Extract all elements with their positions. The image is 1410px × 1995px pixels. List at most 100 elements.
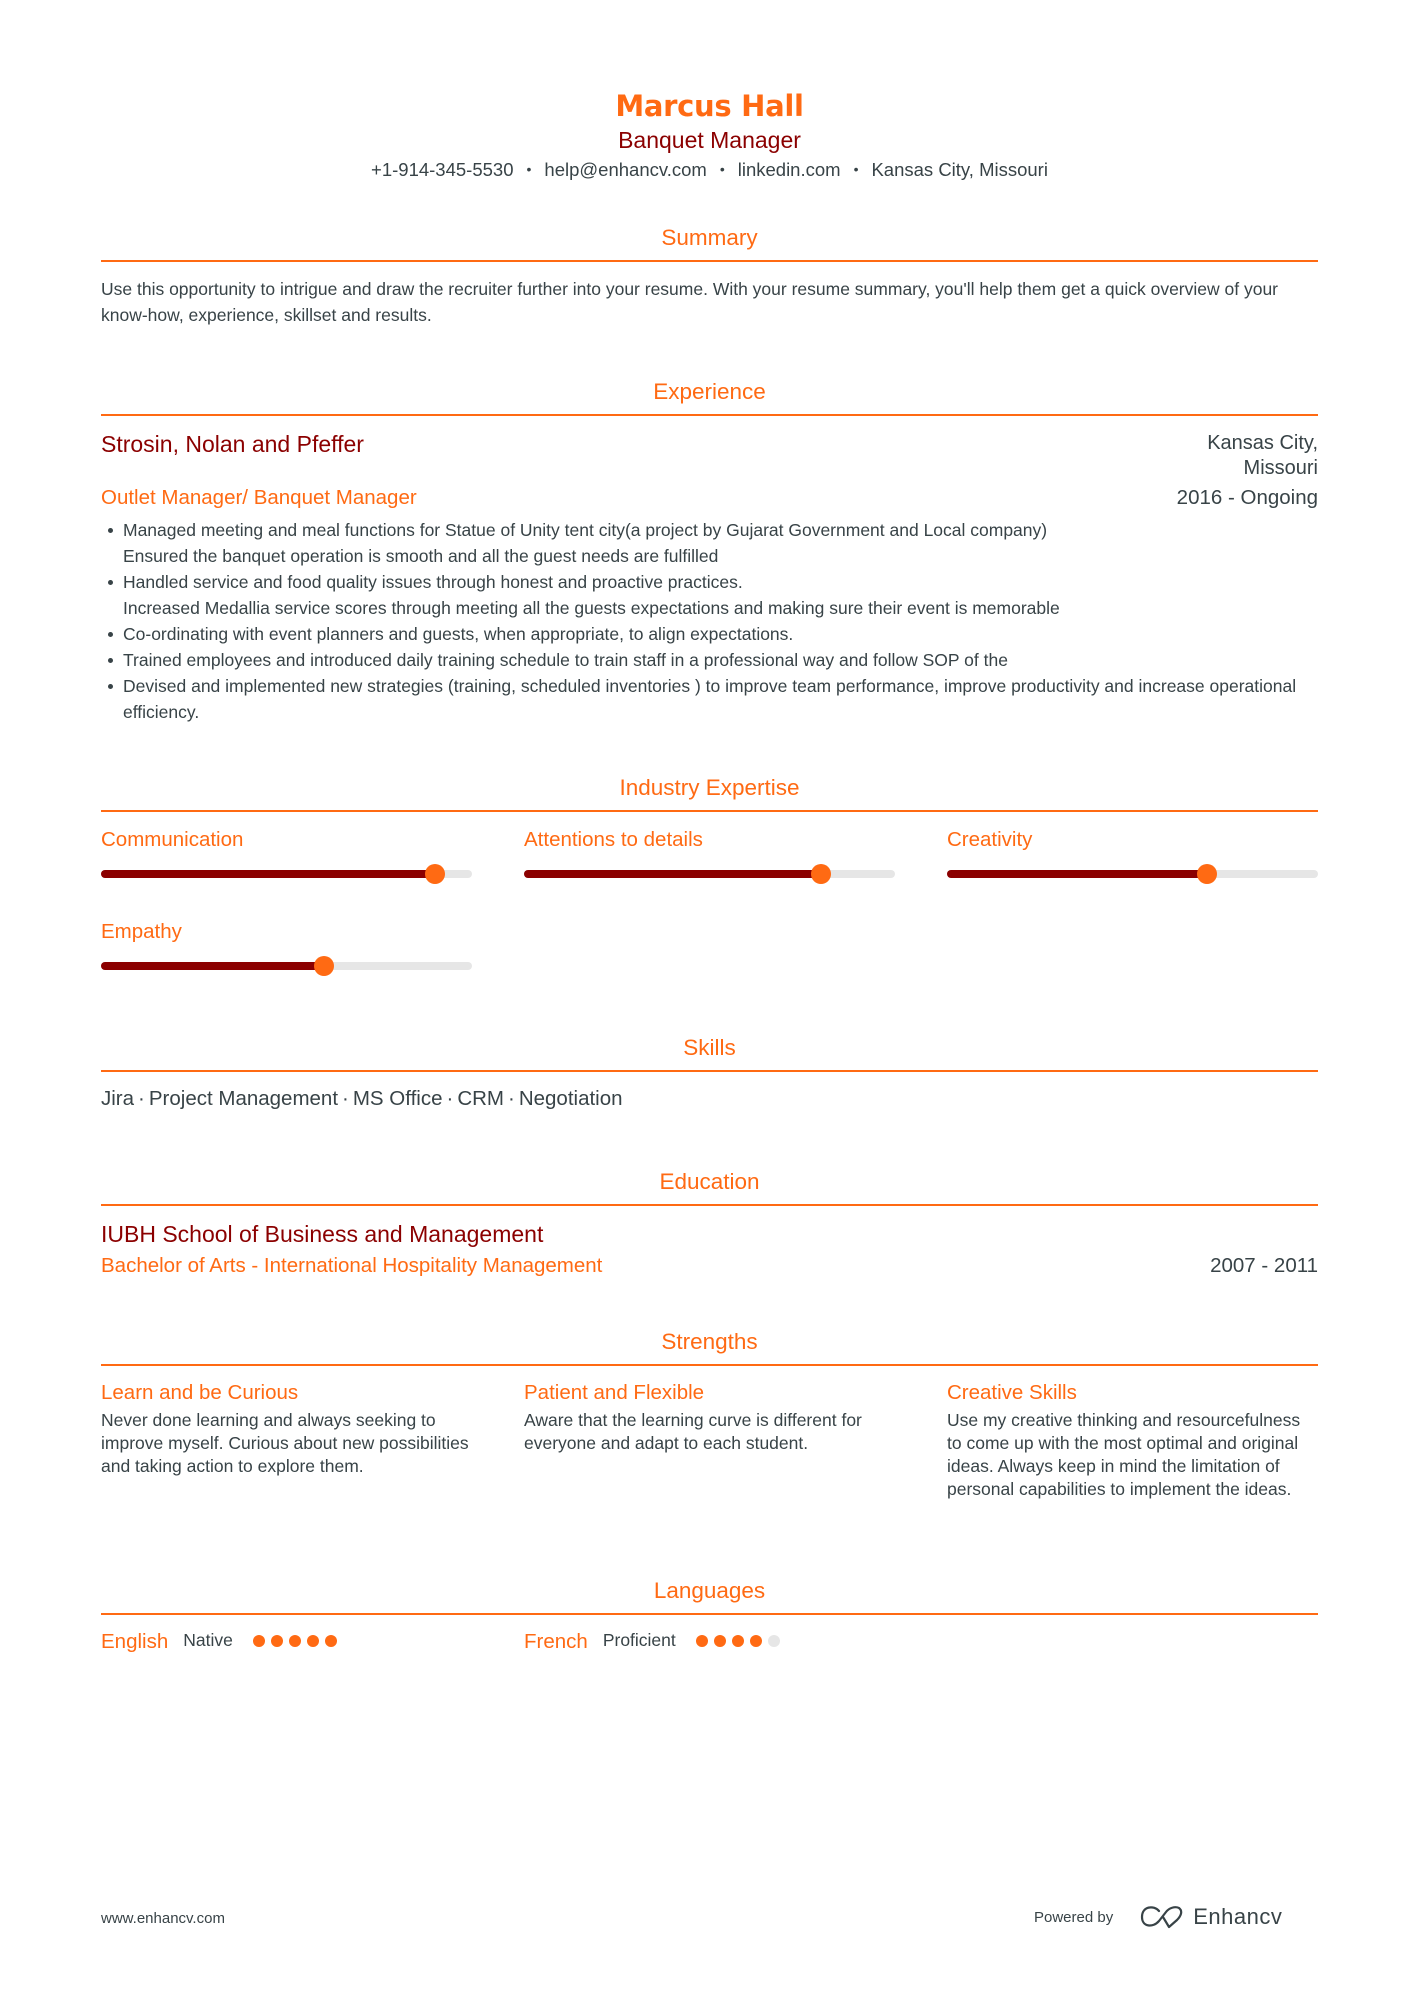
experience-location: Kansas City, Missouri xyxy=(1158,431,1318,481)
section-divider xyxy=(101,1070,1318,1072)
rating-dot-filled xyxy=(731,1635,744,1647)
skill-separator: · xyxy=(138,1087,145,1110)
strength-item: Patient and Flexible Aware that the lear… xyxy=(524,1379,894,1455)
section-title-summary: Summary xyxy=(661,225,758,250)
separator-dot: • xyxy=(526,161,532,177)
expertise-fill xyxy=(101,870,435,878)
section-divider xyxy=(101,260,1318,262)
language-level: Proficient xyxy=(602,1629,676,1650)
education-school: IUBH School of Business and Management xyxy=(101,1221,544,1247)
section-divider xyxy=(101,1204,1318,1206)
expertise-label: Empathy xyxy=(101,920,182,943)
rating-dot-filled xyxy=(288,1635,301,1647)
experience-location-line: Missouri xyxy=(1243,457,1318,479)
expertise-fill xyxy=(947,870,1207,878)
candidate-name: Marcus Hall xyxy=(615,89,804,123)
separator-dot: • xyxy=(853,161,859,177)
experience-bullet: Trained employees and introduced daily t… xyxy=(101,647,1318,673)
language-rating xyxy=(252,1635,343,1647)
expertise-label: Creativity xyxy=(947,828,1033,851)
expertise-item: Communication xyxy=(101,826,472,884)
strength-item: Learn and be Curious Never done learning… xyxy=(101,1379,471,1478)
strength-title: Learn and be Curious xyxy=(101,1381,299,1404)
rating-dot-filled xyxy=(713,1635,726,1647)
expertise-label: Attentions to details xyxy=(524,828,703,851)
section-title-skills: Skills xyxy=(683,1035,736,1060)
bullet-icon xyxy=(108,632,113,637)
bullet-continuation: Ensured the banquet operation is smooth … xyxy=(123,546,719,566)
language-rating xyxy=(695,1635,786,1647)
rating-dot-filled xyxy=(252,1635,265,1647)
section-title-languages: Languages xyxy=(653,1578,766,1603)
rating-dot-filled xyxy=(270,1635,283,1647)
language-name: French xyxy=(524,1630,588,1653)
experience-bullet: Handled service and food quality issues … xyxy=(101,569,1318,621)
strength-title: Creative Skills xyxy=(947,1381,1077,1404)
rating-dot-filled xyxy=(749,1635,762,1647)
skill-separator: · xyxy=(342,1087,349,1110)
section-title-experience: Experience xyxy=(653,379,766,404)
experience-bullets: Managed meeting and meal functions for S… xyxy=(101,517,1318,725)
strength-title: Patient and Flexible xyxy=(524,1381,705,1404)
bullet-icon xyxy=(108,684,113,689)
education-dates: 2007 - 2011 xyxy=(1210,1254,1318,1277)
bullet-icon xyxy=(108,528,113,533)
section-title-strengths: Strengths xyxy=(661,1329,758,1354)
candidate-title: Banquet Manager xyxy=(618,127,801,153)
separator-dot: • xyxy=(719,161,725,177)
bullet-icon xyxy=(108,658,113,663)
section-title-expertise: Industry Expertise xyxy=(619,775,800,800)
rating-dot-filled xyxy=(306,1635,319,1647)
section-title-education: Education xyxy=(659,1169,760,1194)
language-item: French Proficient xyxy=(524,1628,786,1656)
bullet-continuation: Increased Medallia service scores throug… xyxy=(123,598,1060,618)
skill-item: CRM xyxy=(457,1087,504,1110)
expertise-label: Communication xyxy=(101,828,244,851)
skill-item: MS Office xyxy=(352,1087,443,1110)
contact-phone[interactable]: +1-914-345-5530 xyxy=(371,159,513,180)
education-degree: Bachelor of Arts - International Hospita… xyxy=(101,1254,603,1277)
footer-website[interactable]: www.enhancv.com xyxy=(101,1910,225,1927)
contact-email[interactable]: help@enhancv.com xyxy=(544,159,706,180)
expertise-item: Creativity xyxy=(947,826,1318,884)
experience-company: Strosin, Nolan and Pfeffer xyxy=(101,431,364,457)
bullet-text: Managed meeting and meal functions for S… xyxy=(123,520,1048,540)
strength-item: Creative Skills Use my creative thinking… xyxy=(947,1379,1317,1501)
enhancv-logo[interactable]: Enhancv xyxy=(1139,1904,1282,1930)
experience-location-line: Kansas City, xyxy=(1207,432,1318,454)
contact-location: Kansas City, Missouri xyxy=(871,159,1048,180)
contact-linkedin[interactable]: linkedin.com xyxy=(738,159,841,180)
section-divider xyxy=(101,810,1318,812)
experience-bullet: Managed meeting and meal functions for S… xyxy=(101,517,1318,569)
strength-description: Never done learning and always seeking t… xyxy=(101,1410,469,1476)
section-divider xyxy=(101,1364,1318,1366)
expertise-fill xyxy=(101,962,324,970)
summary-text: Use this opportunity to intrigue and dra… xyxy=(101,279,1279,325)
expertise-knob xyxy=(810,864,831,884)
resume-header: Marcus Hall Banquet Manager +1-914-345-5… xyxy=(101,88,1318,184)
bullet-text: Devised and implemented new strategies (… xyxy=(123,676,1297,722)
section-divider xyxy=(101,1613,1318,1615)
skill-separator: · xyxy=(508,1087,515,1110)
language-name: English xyxy=(101,1630,169,1653)
powered-by-label: Powered by xyxy=(1034,1908,1114,1926)
enhancv-logo-icon xyxy=(1141,1906,1183,1929)
footer-branding: Powered by Enhancv xyxy=(1034,1901,1282,1933)
experience-bullet: Devised and implemented new strategies (… xyxy=(101,673,1318,725)
bullet-text: Co-ordinating with event planners and gu… xyxy=(123,624,794,644)
skill-item: Jira xyxy=(101,1087,135,1110)
rating-dot-empty xyxy=(767,1635,780,1647)
experience-dates: 2016 - Ongoing xyxy=(1176,486,1318,509)
skill-item: Negotiation xyxy=(518,1087,623,1110)
enhancv-brand-name: Enhancv xyxy=(1193,1904,1283,1929)
expertise-knob xyxy=(313,956,334,976)
rating-dot-filled xyxy=(695,1635,708,1647)
bullet-text: Trained employees and introduced daily t… xyxy=(123,650,1008,670)
skill-item: Project Management xyxy=(148,1087,339,1110)
experience-role: Outlet Manager/ Banquet Manager xyxy=(101,486,417,509)
bullet-text: Handled service and food quality issues … xyxy=(123,572,743,592)
expertise-track xyxy=(947,864,1318,884)
expertise-knob xyxy=(424,864,445,884)
expertise-knob xyxy=(1196,864,1217,884)
skill-separator: · xyxy=(446,1087,454,1110)
